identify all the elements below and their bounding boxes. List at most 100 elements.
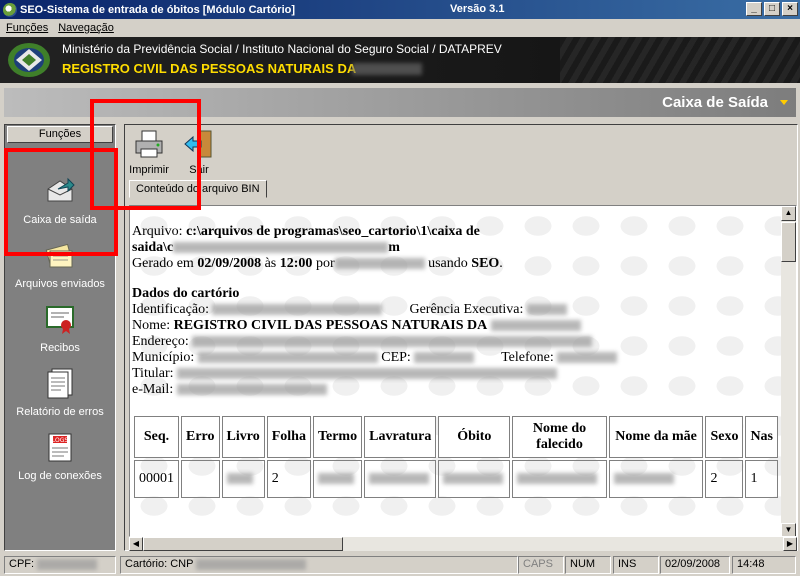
- scroll-thumb-horizontal[interactable]: [143, 537, 343, 551]
- cartorio-label: Cartório: CNP: [125, 558, 194, 570]
- cell-nome-mae: [608, 460, 704, 498]
- redacted-text: [37, 558, 98, 570]
- vertical-scrollbar[interactable]: ▲ ▼: [781, 206, 796, 536]
- banner: Ministério da Previdência Social / Insti…: [0, 37, 800, 83]
- sidebar-item-log-de-conexoes[interactable]: LOGS Log de conexões: [5, 431, 115, 482]
- maximize-button[interactable]: □: [764, 2, 780, 16]
- ident-line: Identificação: Gerência Executiva:: [132, 302, 780, 318]
- redacted-text: [517, 473, 598, 485]
- table-row[interactable]: 00001 2 2 1: [134, 460, 778, 498]
- cell-nascimento: 1: [745, 460, 778, 498]
- cell-nome-falecido: [512, 460, 607, 498]
- dataprev-logo-icon: [8, 43, 50, 77]
- sidebar-item-recibos[interactable]: Recibos: [5, 303, 115, 354]
- section-title: Caixa de Saída: [662, 94, 768, 111]
- col-sexo: Sexo: [705, 416, 744, 458]
- redacted-text: [173, 242, 389, 254]
- using-text: usando: [428, 256, 468, 271]
- main-panel: Imprimir Sair Conteúdo do arquivo BIN Ar…: [124, 124, 798, 551]
- col-nome-falecido: Nome do falecido: [512, 416, 607, 458]
- section-title-line: Dados do cartório: [132, 286, 780, 302]
- titular-label: Titular:: [132, 366, 174, 381]
- col-lavratura: Lavratura: [364, 416, 437, 458]
- generated-line: Gerado em 02/09/2008 às 12:00 por usando…: [132, 256, 503, 271]
- file-path-end: m: [388, 240, 400, 255]
- redacted-text: [557, 352, 618, 364]
- svg-text:LOGS: LOGS: [52, 437, 69, 444]
- status-cpf: CPF:: [4, 556, 116, 574]
- nome-value: REGISTRO CIVIL DAS PESSOAS NATURAIS DA: [173, 318, 488, 333]
- scroll-up-button[interactable]: ▲: [781, 206, 796, 221]
- redacted-text: [613, 473, 674, 485]
- scroll-right-button[interactable]: ▶: [783, 537, 797, 551]
- menu-navegacao[interactable]: Navegação: [58, 22, 114, 34]
- redacted-text: [176, 384, 327, 396]
- nome-line: Nome: REGISTRO CIVIL DAS PESSOAS NATURAI…: [132, 318, 780, 334]
- title-bar[interactable]: SEO-Sistema de entrada de óbitos [Módulo…: [0, 0, 800, 19]
- cell-sexo: 2: [705, 460, 744, 498]
- redacted-text: [226, 473, 253, 485]
- municipio-line: Município: CEP: Telefone:: [132, 350, 780, 366]
- redacted-text: [369, 473, 430, 485]
- version-label: Versão 3.1: [450, 3, 505, 15]
- sidebar-item-label: Log de conexões: [18, 470, 102, 482]
- cartorio-section-title: Dados do cartório: [132, 286, 240, 301]
- cep-label: CEP:: [381, 350, 411, 365]
- document-view[interactable]: Arquivo: c:\arquivos de programas\seo_ca…: [129, 205, 797, 537]
- banner-ministry-text: Ministério da Previdência Social / Insti…: [62, 42, 502, 56]
- scroll-thumb[interactable]: [781, 222, 796, 262]
- telefone-label: Telefone:: [501, 350, 554, 365]
- window-title: SEO-Sistema de entrada de óbitos [Módulo…: [20, 3, 296, 16]
- status-time: 14:48: [732, 556, 796, 574]
- col-termo: Termo: [312, 416, 363, 458]
- nome-label: Nome:: [132, 318, 171, 333]
- redacted-text: [192, 336, 593, 348]
- file-path-cont: saida\c: [132, 240, 174, 255]
- status-ins: INS: [613, 556, 659, 574]
- cell-seq: 00001: [134, 460, 179, 498]
- col-obito: Óbito: [438, 416, 511, 458]
- generated-at: às: [264, 256, 277, 271]
- banner-registry-text: REGISTRO CIVIL DAS PESSOAS NATURAIS DA: [62, 61, 357, 76]
- cpf-label: CPF:: [9, 558, 35, 570]
- records-table: Seq. Erro Livro Folha Termo Lavratura Ób…: [132, 414, 780, 500]
- window-controls: _ □ ×: [746, 2, 798, 16]
- cell-obito: [438, 460, 511, 498]
- status-caps: CAPS: [518, 556, 564, 574]
- menu-bar: Funções Navegação: [0, 19, 800, 37]
- col-nascimento: Nas: [745, 416, 778, 458]
- generated-prefix: Gerado em: [132, 256, 194, 271]
- col-erro: Erro: [181, 416, 220, 458]
- error-report-icon: [47, 368, 73, 399]
- close-button[interactable]: ×: [782, 2, 798, 16]
- scroll-down-button[interactable]: ▼: [781, 523, 796, 536]
- file-path: c:\arquivos de programas\seo_cartorio\1\…: [186, 224, 480, 239]
- sidebar-item-relatorio-de-erros[interactable]: Relatório de erros: [5, 367, 115, 418]
- chevron-down-icon[interactable]: [780, 100, 788, 105]
- generated-date: 02/09/2008: [197, 256, 262, 271]
- status-cartorio: Cartório: CNP: [120, 556, 518, 574]
- endereco-label: Endereço:: [132, 334, 189, 349]
- menu-funcoes[interactable]: Funções: [6, 22, 48, 34]
- ident-label: Identificação:: [132, 302, 209, 317]
- sidebar-item-label: Arquivos enviados: [15, 278, 105, 290]
- col-seq: Seq.: [134, 416, 179, 458]
- minimize-button[interactable]: _: [746, 2, 762, 16]
- generated-by: por: [315, 256, 335, 271]
- redacted-text: [317, 473, 354, 485]
- file-path-line-2: saida\c m: [132, 240, 780, 256]
- redacted-text: [197, 352, 378, 364]
- scroll-left-button[interactable]: ◀: [129, 537, 143, 551]
- cell-lavratura: [364, 460, 437, 498]
- col-folha: Folha: [266, 416, 311, 458]
- horizontal-scrollbar[interactable]: ◀ ▶: [129, 537, 797, 551]
- redacted-text: [196, 558, 307, 570]
- redacted-text: [352, 63, 422, 75]
- redacted-text: [177, 368, 557, 380]
- receipt-icon: [46, 306, 74, 334]
- redacted-text: [334, 258, 425, 270]
- redacted-text: [414, 352, 475, 364]
- generated-time: 12:00: [279, 256, 313, 271]
- cell-erro: [181, 460, 220, 498]
- status-num: NUM: [565, 556, 611, 574]
